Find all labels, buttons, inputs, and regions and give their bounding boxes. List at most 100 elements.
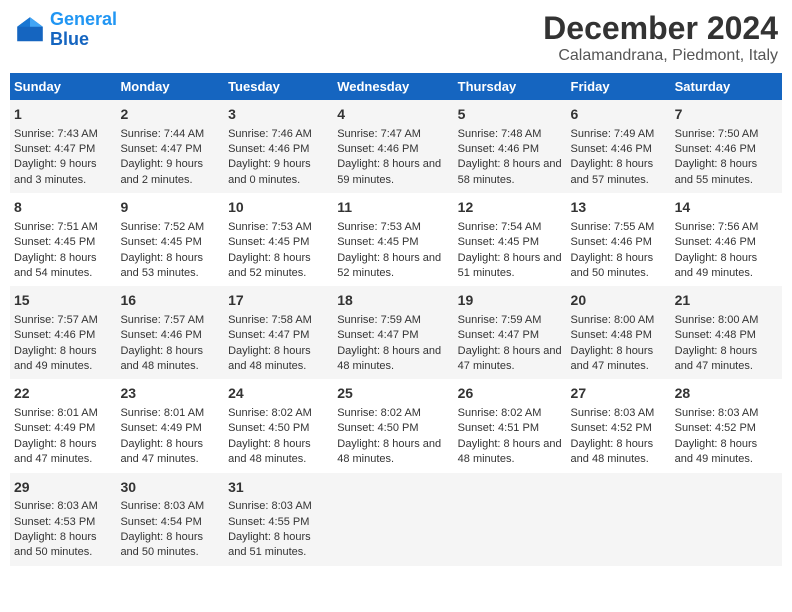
sunrise: Sunrise: 7:53 AM (228, 220, 329, 235)
logo-icon (14, 14, 46, 46)
sunrise: Sunrise: 7:48 AM (458, 127, 563, 142)
sunset: Sunset: 4:46 PM (14, 328, 112, 343)
day-number: 19 (458, 291, 563, 311)
calendar-cell: 7Sunrise: 7:50 AMSunset: 4:46 PMDaylight… (671, 100, 782, 193)
calendar-week-1: 1Sunrise: 7:43 AMSunset: 4:47 PMDaylight… (10, 100, 782, 193)
calendar-cell: 8Sunrise: 7:51 AMSunset: 4:45 PMDaylight… (10, 193, 116, 286)
sunset: Sunset: 4:50 PM (228, 421, 329, 436)
calendar-cell: 25Sunrise: 8:02 AMSunset: 4:50 PMDayligh… (333, 379, 453, 472)
day-number: 9 (120, 198, 220, 218)
calendar-cell: 5Sunrise: 7:48 AMSunset: 4:46 PMDaylight… (454, 100, 567, 193)
sunrise: Sunrise: 8:03 AM (14, 499, 112, 514)
sunrise: Sunrise: 7:52 AM (120, 220, 220, 235)
sunset: Sunset: 4:55 PM (228, 515, 329, 530)
day-number: 18 (337, 291, 449, 311)
sunrise: Sunrise: 7:50 AM (675, 127, 778, 142)
daylight: Daylight: 8 hours and 54 minutes. (14, 251, 112, 282)
calendar-week-4: 22Sunrise: 8:01 AMSunset: 4:49 PMDayligh… (10, 379, 782, 472)
sunset: Sunset: 4:54 PM (120, 515, 220, 530)
sunrise: Sunrise: 7:49 AM (571, 127, 667, 142)
daylight: Daylight: 8 hours and 47 minutes. (14, 437, 112, 468)
calendar-cell: 11Sunrise: 7:53 AMSunset: 4:45 PMDayligh… (333, 193, 453, 286)
daylight: Daylight: 8 hours and 55 minutes. (675, 157, 778, 188)
calendar-cell: 28Sunrise: 8:03 AMSunset: 4:52 PMDayligh… (671, 379, 782, 472)
calendar-week-3: 15Sunrise: 7:57 AMSunset: 4:46 PMDayligh… (10, 286, 782, 379)
col-header-thursday: Thursday (454, 73, 567, 100)
day-number: 24 (228, 384, 329, 404)
sunrise: Sunrise: 7:55 AM (571, 220, 667, 235)
sunrise: Sunrise: 7:58 AM (228, 313, 329, 328)
calendar-cell: 13Sunrise: 7:55 AMSunset: 4:46 PMDayligh… (567, 193, 671, 286)
daylight: Daylight: 8 hours and 52 minutes. (228, 251, 329, 282)
calendar-cell: 22Sunrise: 8:01 AMSunset: 4:49 PMDayligh… (10, 379, 116, 472)
sunrise: Sunrise: 8:00 AM (571, 313, 667, 328)
sunrise: Sunrise: 7:57 AM (14, 313, 112, 328)
daylight: Daylight: 8 hours and 47 minutes. (458, 344, 563, 375)
daylight: Daylight: 8 hours and 47 minutes. (675, 344, 778, 375)
subtitle: Calamandrana, Piedmont, Italy (543, 47, 778, 65)
sunset: Sunset: 4:46 PM (228, 142, 329, 157)
calendar-cell: 3Sunrise: 7:46 AMSunset: 4:46 PMDaylight… (224, 100, 333, 193)
sunrise: Sunrise: 8:02 AM (228, 406, 329, 421)
calendar-cell: 6Sunrise: 7:49 AMSunset: 4:46 PMDaylight… (567, 100, 671, 193)
day-number: 16 (120, 291, 220, 311)
day-number: 29 (14, 478, 112, 498)
sunrise: Sunrise: 7:46 AM (228, 127, 329, 142)
sunset: Sunset: 4:48 PM (571, 328, 667, 343)
sunset: Sunset: 4:45 PM (120, 235, 220, 250)
calendar-cell: 15Sunrise: 7:57 AMSunset: 4:46 PMDayligh… (10, 286, 116, 379)
sunset: Sunset: 4:45 PM (458, 235, 563, 250)
day-number: 22 (14, 384, 112, 404)
sunset: Sunset: 4:46 PM (337, 142, 449, 157)
daylight: Daylight: 8 hours and 48 minutes. (120, 344, 220, 375)
sunset: Sunset: 4:45 PM (228, 235, 329, 250)
sunrise: Sunrise: 8:02 AM (458, 406, 563, 421)
daylight: Daylight: 8 hours and 48 minutes. (228, 437, 329, 468)
calendar-cell: 1Sunrise: 7:43 AMSunset: 4:47 PMDaylight… (10, 100, 116, 193)
sunset: Sunset: 4:47 PM (14, 142, 112, 157)
sunset: Sunset: 4:46 PM (675, 142, 778, 157)
day-number: 28 (675, 384, 778, 404)
sunset: Sunset: 4:46 PM (675, 235, 778, 250)
daylight: Daylight: 9 hours and 0 minutes. (228, 157, 329, 188)
calendar-cell: 24 Sunrise: 8:02 AMSunset: 4:50 PMDayligh… (224, 379, 333, 472)
sunrise: Sunrise: 8:00 AM (675, 313, 778, 328)
calendar-cell: 29Sunrise: 8:03 AMSunset: 4:53 PMDayligh… (10, 473, 116, 566)
calendar-cell: 23Sunrise: 8:01 AMSunset: 4:49 PMDayligh… (116, 379, 224, 472)
sunrise: Sunrise: 8:01 AM (14, 406, 112, 421)
sunrise: Sunrise: 7:53 AM (337, 220, 449, 235)
calendar-cell (454, 473, 567, 566)
sunrise: Sunrise: 8:03 AM (571, 406, 667, 421)
day-number: 25 (337, 384, 449, 404)
col-header-tuesday: Tuesday (224, 73, 333, 100)
sunset: Sunset: 4:52 PM (675, 421, 778, 436)
daylight: Daylight: 8 hours and 57 minutes. (571, 157, 667, 188)
day-number: 17 (228, 291, 329, 311)
day-number: 4 (337, 105, 449, 125)
daylight: Daylight: 8 hours and 48 minutes. (571, 437, 667, 468)
calendar-table: SundayMondayTuesdayWednesdayThursdayFrid… (10, 73, 782, 566)
day-number: 11 (337, 198, 449, 218)
sunset: Sunset: 4:49 PM (120, 421, 220, 436)
logo-text: General Blue (50, 10, 117, 50)
day-number: 21 (675, 291, 778, 311)
sunset: Sunset: 4:48 PM (675, 328, 778, 343)
calendar-cell: 21 Sunrise: 8:00 AMSunset: 4:48 PMDayligh… (671, 286, 782, 379)
sunset: Sunset: 4:47 PM (337, 328, 449, 343)
daylight: Daylight: 8 hours and 59 minutes. (337, 157, 449, 188)
sunrise: Sunrise: 7:57 AM (120, 313, 220, 328)
calendar-cell: 31Sunrise: 8:03 AMSunset: 4:55 PMDayligh… (224, 473, 333, 566)
daylight: Daylight: 8 hours and 51 minutes. (228, 530, 329, 561)
day-number: 27 (571, 384, 667, 404)
sunrise: Sunrise: 7:54 AM (458, 220, 563, 235)
calendar-cell (671, 473, 782, 566)
daylight: Daylight: 8 hours and 58 minutes. (458, 157, 563, 188)
sunrise: Sunrise: 8:01 AM (120, 406, 220, 421)
day-number: 6 (571, 105, 667, 125)
calendar-cell: 18Sunrise: 7:59 AMSunset: 4:47 PMDayligh… (333, 286, 453, 379)
daylight: Daylight: 8 hours and 50 minutes. (571, 251, 667, 282)
day-number: 23 (120, 384, 220, 404)
sunset: Sunset: 4:46 PM (120, 328, 220, 343)
daylight: Daylight: 8 hours and 50 minutes. (14, 530, 112, 561)
sunset: Sunset: 4:47 PM (458, 328, 563, 343)
